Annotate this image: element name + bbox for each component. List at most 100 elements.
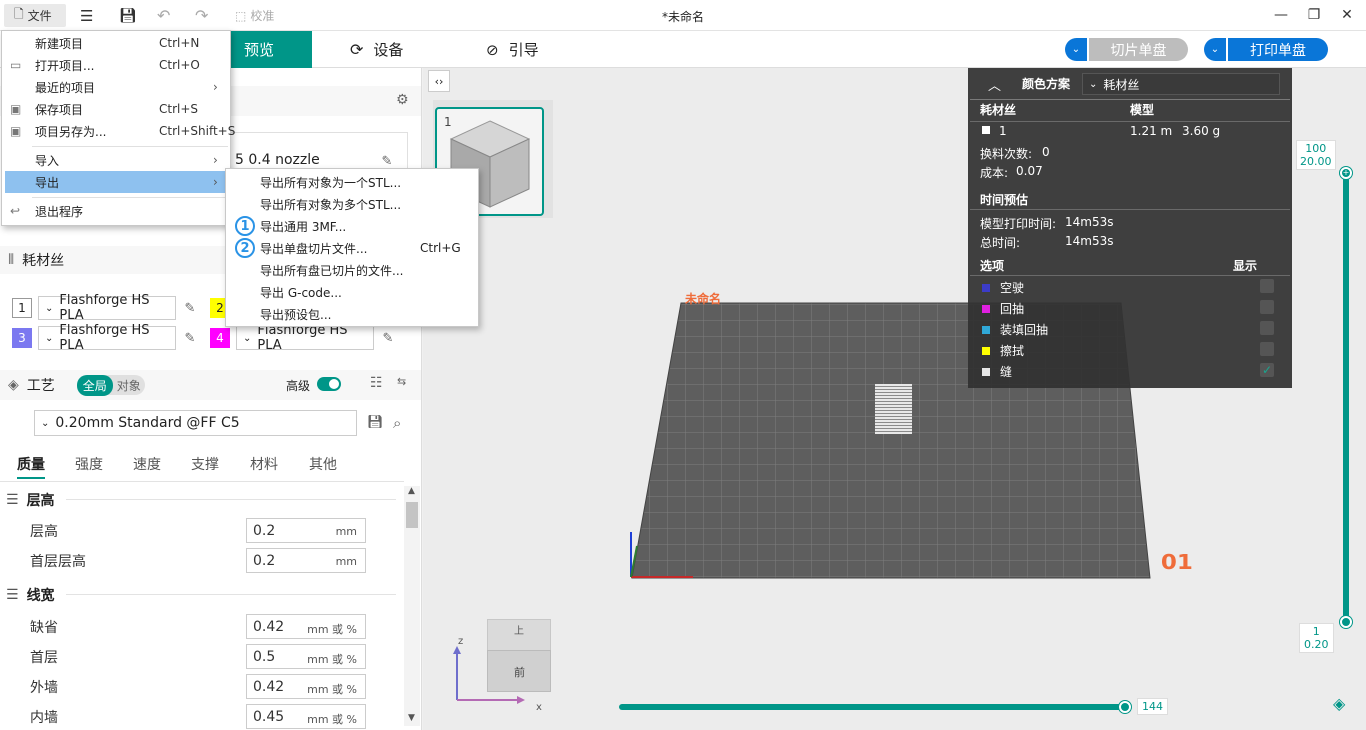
- param-input[interactable]: 0.5 mm 或 %: [246, 644, 366, 669]
- advanced-toggle[interactable]: [317, 377, 341, 391]
- tab-quality[interactable]: 质量: [17, 454, 45, 479]
- save-preset-icon[interactable]: 💾︎: [367, 415, 384, 430]
- scroll-down-icon[interactable]: ▼: [408, 713, 415, 723]
- move-slider-thumb[interactable]: [1119, 701, 1131, 713]
- move-slider-track[interactable]: [619, 704, 1129, 710]
- undo-button[interactable]: ↶: [157, 4, 170, 27]
- printer-settings-icon[interactable]: ⚙: [396, 92, 409, 108]
- export-gcode[interactable]: 导出 G-code...: [234, 281, 474, 303]
- filament-edit-icon[interactable]: ✎: [182, 300, 198, 316]
- scrollbar-thumb[interactable]: [406, 502, 418, 528]
- toggle-global[interactable]: 全局: [76, 374, 113, 396]
- layer-slider-bottom-thumb[interactable]: [1340, 616, 1352, 628]
- export-all-multi-stl[interactable]: 导出所有对象为多个STL...: [234, 193, 474, 215]
- option-retract-checkbox[interactable]: [1260, 300, 1274, 314]
- filament-color-swatch[interactable]: 1: [12, 298, 32, 318]
- export-generic-3mf[interactable]: 1 导出通用 3MF...: [234, 215, 474, 237]
- maximize-button[interactable]: ❐: [1304, 5, 1324, 25]
- tab-preview-label: 预览: [244, 41, 275, 59]
- param-input[interactable]: 0.42 mm 或 %: [246, 674, 366, 699]
- layer-slider-top-thumb[interactable]: +: [1340, 167, 1352, 179]
- export-all-sliced-files[interactable]: 导出所有盘已切片的文件...: [234, 259, 474, 281]
- cost-value: 0.07: [1016, 164, 1043, 178]
- tab-preview[interactable]: 预览: [230, 31, 312, 68]
- print-plate-button[interactable]: ⌄ 打印单盘: [1204, 38, 1328, 61]
- param-input[interactable]: 0.45 mm 或 %: [246, 704, 366, 729]
- folder-icon: ▭: [10, 58, 22, 72]
- tab-others[interactable]: 其他: [309, 454, 337, 474]
- compare-icon[interactable]: ☷: [370, 375, 383, 391]
- menu-recent-projects[interactable]: 最近的项目 ›: [5, 76, 229, 98]
- export-plate-sliced-file[interactable]: 2 导出单盘切片文件... Ctrl+G: [234, 237, 474, 259]
- tab-device[interactable]: ⟳ 设备: [350, 31, 403, 68]
- param-unit: mm 或 %: [307, 653, 357, 666]
- menu-item-label: 项目另存为...: [35, 124, 107, 139]
- tab-support[interactable]: 支撑: [191, 454, 219, 474]
- menu-item-label: 保存项目: [35, 102, 84, 117]
- filament-select[interactable]: ⌄ Flashforge HS PLA: [236, 323, 374, 353]
- filament-select[interactable]: ⌄ Flashforge HS PLA: [38, 323, 176, 353]
- option-deretract-checkbox[interactable]: [1260, 321, 1274, 335]
- calibrate-button[interactable]: ⬚ 校准: [235, 4, 274, 27]
- option-travel-checkbox[interactable]: [1260, 279, 1274, 293]
- filament-color-swatch[interactable]: 3: [12, 328, 32, 348]
- param-input[interactable]: 0.2 mm: [246, 548, 366, 573]
- save-button[interactable]: 💾︎: [119, 4, 137, 27]
- filament-row-4[interactable]: 4 ⌄ Flashforge HS PLA ✎: [210, 323, 396, 353]
- cost-label: 成本:: [980, 166, 1009, 180]
- menu-open-project[interactable]: ▭ 打开项目... Ctrl+O: [5, 54, 229, 76]
- close-button[interactable]: ✕: [1337, 5, 1357, 25]
- menu-import[interactable]: 导入 ›: [5, 149, 229, 171]
- view-cube[interactable]: z 上 前 x: [453, 619, 553, 718]
- search-icon[interactable]: ⌕: [393, 414, 401, 432]
- filament-edit-icon[interactable]: ✎: [380, 330, 396, 346]
- option-wipe-checkbox[interactable]: [1260, 342, 1274, 356]
- export-preset-bundle[interactable]: 导出预设包...: [234, 303, 474, 325]
- scroll-up-icon[interactable]: ▲: [408, 486, 415, 496]
- menu-shortcut: Ctrl+G: [420, 241, 461, 255]
- tab-material[interactable]: 材料: [250, 454, 278, 474]
- menu-export[interactable]: 导出 ›: [5, 171, 229, 193]
- menu-item-label: 导入: [35, 153, 60, 168]
- param-input[interactable]: 0.2 mm: [246, 518, 366, 543]
- tab-device-label: 设备: [373, 41, 404, 59]
- minimize-button[interactable]: —: [1271, 5, 1291, 25]
- toggle-object[interactable]: 对象: [113, 377, 145, 394]
- collapse-legend-icon[interactable]: ︿: [988, 75, 1001, 94]
- menu-save-project[interactable]: ▣ 保存项目 Ctrl+S: [5, 98, 229, 120]
- filament-row-1[interactable]: 1 ⌄ Flashforge HS PLA ✎: [12, 293, 198, 323]
- collapse-sidebar-button[interactable]: ‹›: [428, 70, 450, 92]
- sliced-model[interactable]: [875, 384, 912, 434]
- filament-edit-icon[interactable]: ✎: [182, 330, 198, 346]
- option-seams-checkbox[interactable]: ✓: [1260, 363, 1274, 377]
- layers-view-icon[interactable]: ◈: [1333, 694, 1345, 713]
- menu-item-label: 导出所有对象为一个STL...: [260, 175, 402, 190]
- tab-strength[interactable]: 强度: [75, 454, 103, 474]
- menu-exit[interactable]: ↩ 退出程序: [5, 200, 229, 222]
- param-scrollbar[interactable]: ▲ ▼: [404, 486, 420, 726]
- file-menu-button[interactable]: 🗋 文件: [4, 4, 66, 27]
- tab-speed[interactable]: 速度: [133, 454, 161, 474]
- dashboard-button[interactable]: ☰: [80, 4, 93, 27]
- slice-dropdown-chevron-icon[interactable]: ⌄: [1065, 38, 1087, 61]
- filament-color-swatch[interactable]: 4: [210, 328, 230, 348]
- process-preset-select[interactable]: ⌄ 0.20mm Standard @FF C5: [34, 410, 357, 436]
- layer-slider-track[interactable]: [1343, 172, 1349, 622]
- color-scheme-select[interactable]: ⌄ 耗材丝: [1082, 73, 1280, 95]
- param-input[interactable]: 0.42 mm 或 %: [246, 614, 366, 639]
- menu-save-project-as[interactable]: ▣ 项目另存为... Ctrl+Shift+S: [5, 120, 235, 142]
- param-value: 0.45: [253, 708, 285, 725]
- global-object-toggle[interactable]: 全局 对象: [76, 374, 145, 396]
- redo-button[interactable]: ↷: [195, 4, 208, 27]
- menu-new-project[interactable]: 新建项目 Ctrl+N: [5, 32, 229, 54]
- param-row: 首层层高 0.2 mm: [30, 548, 370, 573]
- filament-select[interactable]: ⌄ Flashforge HS PLA: [38, 293, 176, 323]
- slice-plate-button[interactable]: ⌄ 切片单盘: [1065, 38, 1188, 61]
- printer-edit-icon[interactable]: ✎: [379, 153, 395, 169]
- export-all-single-stl[interactable]: 导出所有对象为一个STL...: [234, 171, 474, 193]
- ab-icon[interactable]: ⇆: [397, 375, 406, 388]
- print-dropdown-chevron-icon[interactable]: ⌄: [1204, 38, 1226, 61]
- tab-guide[interactable]: ⊘ 引导: [486, 31, 539, 68]
- param-label: 首层层高: [30, 553, 86, 570]
- filament-row-3[interactable]: 3 ⌄ Flashforge HS PLA ✎: [12, 323, 198, 353]
